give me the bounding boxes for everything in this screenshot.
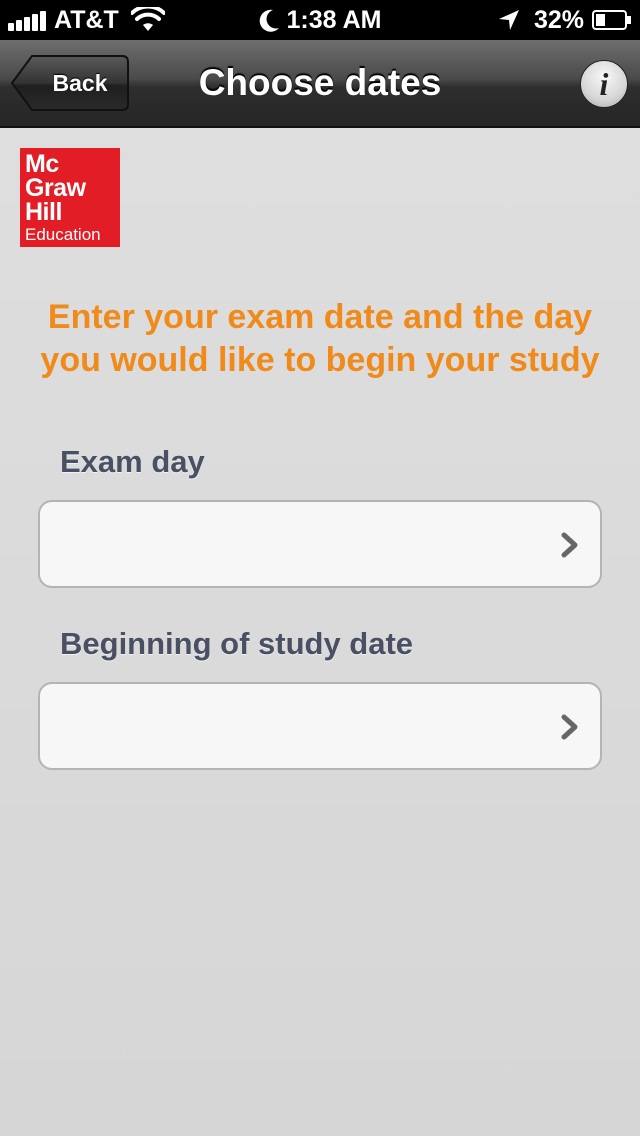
chevron-right-icon	[561, 714, 578, 740]
carrier-name: AT&T	[54, 5, 119, 34]
study-start-label: Beginning of study date	[60, 626, 414, 661]
exam-day-label: Exam day	[60, 444, 205, 479]
logo-line: Hill	[25, 198, 62, 226]
study-start-field[interactable]	[38, 682, 602, 770]
logo-line: Education	[25, 225, 101, 244]
back-button-label: Back	[52, 69, 108, 96]
navigation-bar: Back Choose dates i	[0, 40, 640, 128]
signal-icon	[8, 9, 48, 31]
mcgraw-hill-logo: Mc Graw Hill Education	[20, 148, 120, 247]
instruction-text: Enter your exam date and the day you wou…	[0, 296, 640, 382]
location-icon	[498, 10, 519, 30]
instruction-line: you would like to begin your study	[40, 341, 600, 379]
logo-line: Graw	[25, 174, 86, 202]
page-title: Choose dates	[198, 62, 442, 103]
info-icon: i	[599, 65, 609, 102]
status-left: AT&T	[8, 0, 165, 40]
instruction-line: Enter your exam date and the day	[47, 298, 593, 336]
exam-day-value	[60, 502, 540, 586]
back-button[interactable]: Back	[10, 54, 130, 112]
moon-icon	[259, 9, 279, 32]
status-time: 1:38 AM	[286, 5, 382, 34]
info-button[interactable]: i	[580, 60, 628, 108]
exam-day-field[interactable]	[38, 500, 602, 588]
content-area: Mc Graw Hill Education Enter your exam d…	[0, 128, 640, 1136]
battery-percent: 32%	[533, 5, 584, 34]
status-right: 32%	[498, 0, 632, 40]
status-bar: AT&T 1:38 AM 32%	[0, 0, 640, 40]
logo-line: Mc	[25, 150, 59, 178]
chevron-right-icon	[561, 532, 578, 558]
battery-icon	[592, 10, 631, 30]
study-start-value	[60, 684, 540, 768]
wifi-icon	[130, 7, 165, 31]
